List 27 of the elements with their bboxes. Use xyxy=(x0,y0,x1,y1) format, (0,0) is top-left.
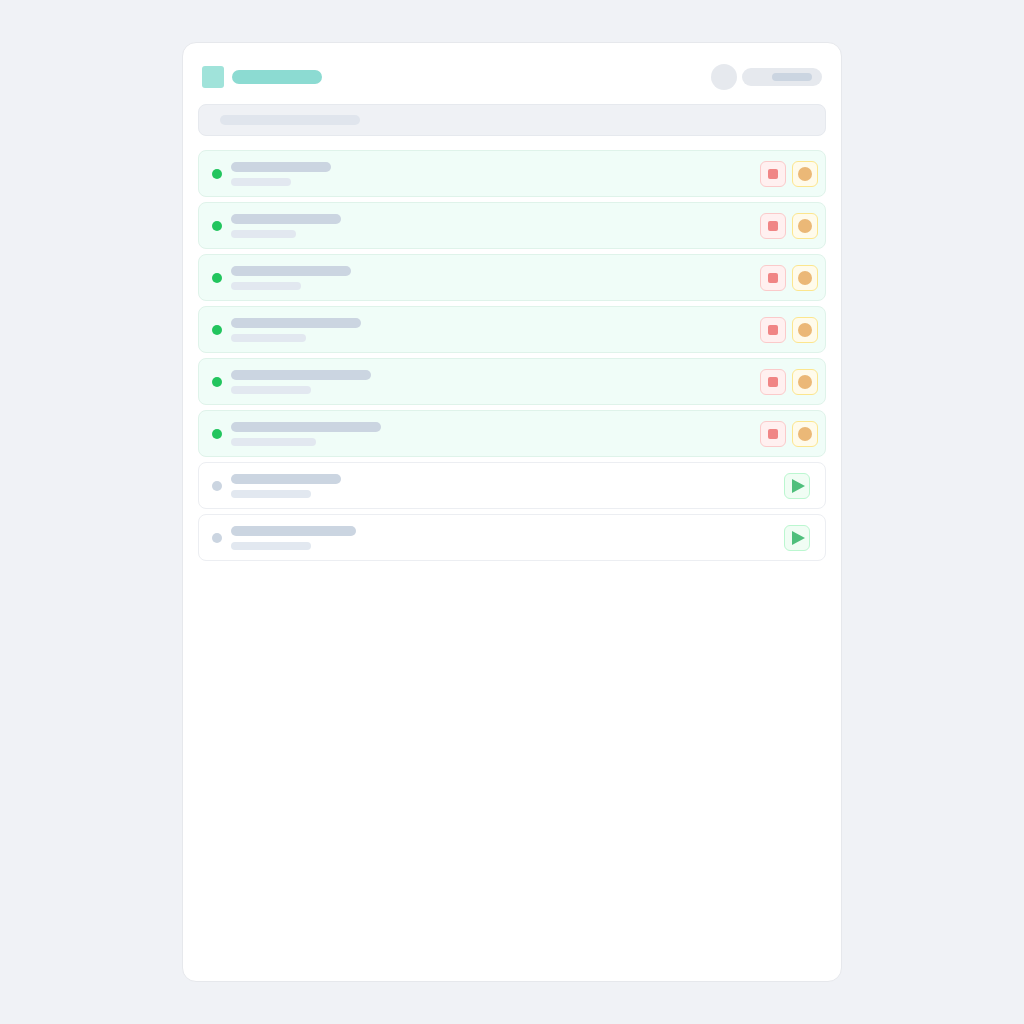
record-button[interactable] xyxy=(792,212,818,239)
stop-icon xyxy=(768,376,778,387)
user-pill[interactable] xyxy=(742,68,822,86)
stop-icon xyxy=(768,428,778,439)
play-button[interactable] xyxy=(784,472,810,499)
stop-button[interactable] xyxy=(760,160,786,187)
record-button[interactable] xyxy=(792,264,818,291)
stop-button[interactable] xyxy=(760,212,786,239)
logo-icon xyxy=(202,66,224,88)
stop-icon xyxy=(768,324,778,335)
stop-icon xyxy=(768,272,778,283)
record-button[interactable] xyxy=(792,368,818,395)
play-button[interactable] xyxy=(784,524,810,551)
label-skeleton xyxy=(772,73,812,81)
stop-button[interactable] xyxy=(760,420,786,447)
stop-icon xyxy=(768,220,778,231)
avatar-placeholder[interactable] xyxy=(711,64,737,90)
stop-button[interactable] xyxy=(760,264,786,291)
stop-button[interactable] xyxy=(760,368,786,395)
record-button[interactable] xyxy=(792,420,818,447)
record-button[interactable] xyxy=(792,160,818,187)
search-field[interactable] xyxy=(198,104,826,136)
stop-button[interactable] xyxy=(760,316,786,343)
record-button[interactable] xyxy=(792,316,818,343)
play-icon xyxy=(791,478,805,493)
stop-icon xyxy=(768,168,778,179)
play-icon xyxy=(791,530,805,545)
